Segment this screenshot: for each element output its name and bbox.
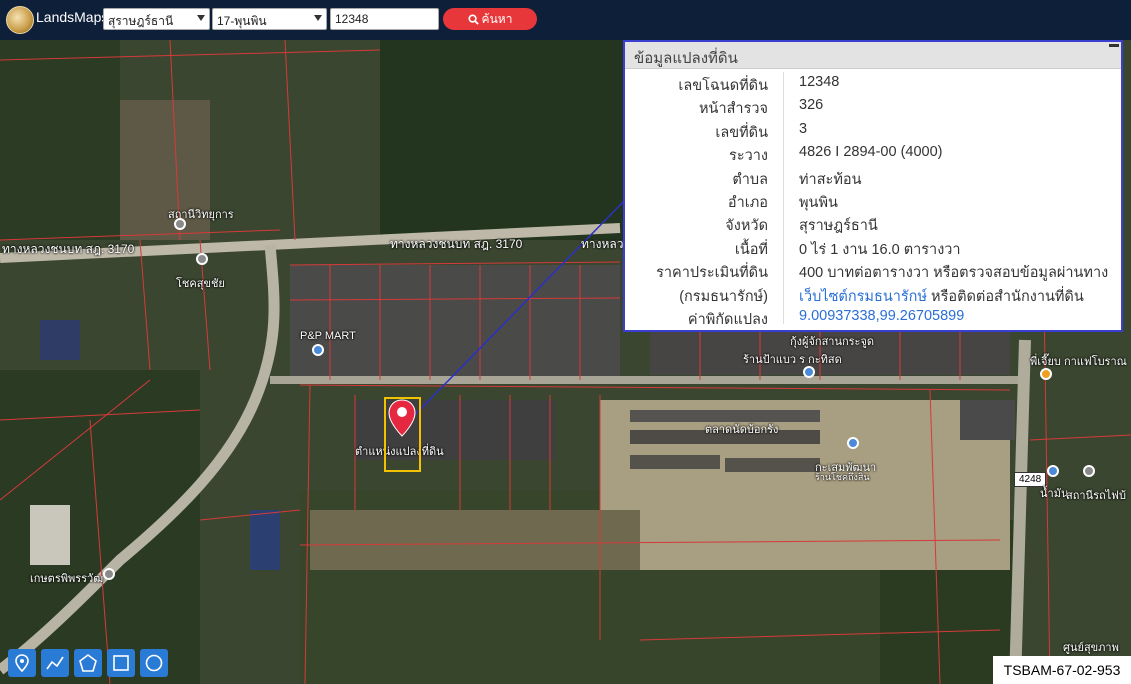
info-value: 0 ไร่ 1 งาน 16.0 ตารางวา bbox=[799, 241, 961, 258]
top-bar: LandsMaps สุราษฎร์ธานี 17-พุนพิน 12348 ค… bbox=[0, 0, 1131, 40]
info-label: จังหวัด bbox=[725, 218, 768, 235]
info-value: เว็บไซต์กรมธนารักษ์ หรือติดต่อสำนักงานที… bbox=[799, 285, 1084, 308]
poi-label[interactable]: น้ำมัน bbox=[1040, 484, 1068, 502]
poi-label[interactable]: เกษตรพิพรรวัฒ bbox=[30, 569, 103, 587]
info-link[interactable]: เว็บไซต์กรมธนารักษ์ bbox=[799, 289, 927, 305]
info-value: 4826 I 2894-00 (4000) bbox=[799, 144, 943, 161]
info-row: จังหวัด สุราษฎร์ธานี bbox=[625, 214, 1121, 237]
poi-pin-icon[interactable] bbox=[103, 568, 115, 580]
road-label: ทางหลว bbox=[581, 237, 624, 251]
polygon-icon bbox=[79, 654, 97, 672]
info-row: ระวาง 4826 I 2894-00 (4000) bbox=[625, 144, 1121, 167]
info-label: ตำบล bbox=[732, 171, 768, 188]
search-icon bbox=[468, 14, 479, 25]
info-row: ราคาประเมินที่ดิน 400 บาทต่อตารางวา หรือต… bbox=[625, 261, 1121, 284]
info-label: เลขที่ดิน bbox=[715, 124, 768, 141]
marker-tool-button[interactable] bbox=[8, 649, 36, 677]
circle-tool-button[interactable] bbox=[140, 649, 168, 677]
road-label: ทางหลวงชนบท สฎ. 3170 bbox=[2, 242, 135, 256]
polygon-tool-button[interactable] bbox=[74, 649, 102, 677]
info-row: เนื้อที่ 0 ไร่ 1 งาน 16.0 ตารางวา bbox=[625, 238, 1121, 261]
info-rows: เลขโฉนดที่ดิน 12348 หน้าสำรวจ 326 เลขที่ดิน 3… bbox=[625, 74, 1121, 331]
district-select[interactable]: 17-พุนพิน bbox=[212, 8, 327, 30]
parcel-number-value: 12348 bbox=[335, 12, 369, 26]
rectangle-icon bbox=[113, 655, 129, 671]
parcel-info-panel: ข้อมูลแปลงที่ดิน เลขโฉนดที่ดิน 12348 หน้าส… bbox=[623, 40, 1123, 332]
poi-pin-icon[interactable] bbox=[847, 437, 859, 449]
province-select-value: สุราษฎร์ธานี bbox=[108, 14, 174, 28]
polyline-icon bbox=[46, 656, 64, 670]
circle-icon bbox=[145, 654, 163, 672]
poi-pin-icon[interactable] bbox=[312, 344, 324, 356]
info-label: ระวาง bbox=[729, 148, 768, 165]
road-label: ทางหลวงชนบท สฎ. 3170 bbox=[390, 237, 523, 251]
polyline-tool-button[interactable] bbox=[41, 649, 69, 677]
minimize-icon[interactable] bbox=[1109, 44, 1119, 47]
info-value: 3 bbox=[799, 120, 808, 137]
poi-label[interactable]: โชคสุขชัย bbox=[176, 274, 225, 292]
info-row: อำเภอ พุนพิน bbox=[625, 191, 1121, 214]
watermark-code: TSBAM-67-02-953 bbox=[993, 656, 1131, 684]
chevron-down-icon bbox=[314, 15, 322, 21]
panel-title: ข้อมูลแปลงที่ดิน bbox=[634, 50, 738, 67]
search-button-label: ค้นหา bbox=[481, 12, 513, 26]
app-name: LandsMaps bbox=[36, 9, 109, 25]
info-row: หน้าสำรวจ 326 bbox=[625, 97, 1121, 120]
poi-label[interactable]: กุ้งผู้จักสานกระจูด bbox=[790, 332, 874, 350]
map-pin-icon bbox=[15, 654, 29, 673]
info-value: 326 bbox=[799, 97, 824, 114]
info-row: ตำบล ท่าสะท้อน bbox=[625, 168, 1121, 191]
parcel-marker-icon[interactable] bbox=[388, 399, 416, 437]
panel-header: ข้อมูลแปลงที่ดิน bbox=[625, 42, 1121, 69]
poi-pin-icon[interactable] bbox=[196, 253, 208, 265]
info-value: สุราษฎร์ธานี bbox=[799, 218, 878, 235]
province-select[interactable]: สุราษฎร์ธานี bbox=[103, 8, 210, 30]
info-row: เลขโฉนดที่ดิน 12348 bbox=[625, 74, 1121, 97]
info-label: หน้าสำรวจ bbox=[698, 101, 768, 118]
poi-label[interactable]: P&P MART bbox=[300, 330, 356, 342]
info-label: เนื้อที่ bbox=[734, 241, 768, 258]
rectangle-tool-button[interactable] bbox=[107, 649, 135, 677]
chevron-down-icon bbox=[197, 15, 205, 21]
poi-label[interactable]: ศูนย์สุขภาพ bbox=[1063, 638, 1119, 656]
info-value: 9.00937338,99.26705899 bbox=[799, 308, 964, 324]
info-value: ท่าสะท้อน bbox=[799, 171, 862, 188]
poi-pin-icon[interactable] bbox=[174, 218, 186, 230]
train-pin-icon[interactable] bbox=[1083, 465, 1095, 477]
info-value: พุนพิน bbox=[799, 194, 838, 211]
landsmaps-logo[interactable] bbox=[6, 6, 34, 34]
info-value: 12348 bbox=[799, 74, 840, 90]
info-label: (กรมธนารักษ์) bbox=[679, 288, 768, 305]
info-link[interactable]: 9.00937338,99.26705899 bbox=[799, 308, 964, 324]
info-row: (กรมธนารักษ์) เว็บไซต์กรมธนารักษ์ หรือติด… bbox=[625, 285, 1121, 308]
info-label: เลขโฉนดที่ดิน bbox=[678, 78, 768, 94]
poi-label[interactable]: สถานีรถไฟบ้ bbox=[1066, 486, 1126, 504]
poi-label[interactable]: ร้านป้าแบว ร กะทิสด bbox=[743, 350, 842, 368]
poi-label[interactable]: ร้านโชคถึงสิน bbox=[815, 470, 870, 484]
info-value: 400 บาทต่อตารางวา หรือตรวจสอบข้อมูลผ่านท… bbox=[799, 265, 1109, 282]
poi-pin-icon[interactable] bbox=[803, 366, 815, 378]
info-row: ค่าพิกัดแปลง 9.00937338,99.26705899 bbox=[625, 308, 1121, 331]
fuel-pin-icon[interactable] bbox=[1047, 465, 1059, 477]
info-value-suffix: หรือติดต่อสำนักงานที่ดิน bbox=[927, 288, 1084, 305]
parcel-number-input[interactable]: 12348 bbox=[330, 8, 439, 30]
district-select-value: 17-พุนพิน bbox=[217, 14, 267, 28]
info-label: ราคาประเมินที่ดิน bbox=[656, 265, 768, 282]
search-button[interactable]: ค้นหา bbox=[443, 8, 537, 30]
poi-label[interactable]: ตลาดนัดบ้อกรัง bbox=[705, 420, 778, 438]
cafe-pin-icon[interactable] bbox=[1040, 368, 1052, 380]
info-label: ค่าพิกัดแปลง bbox=[687, 311, 768, 328]
info-label: อำเภอ bbox=[727, 194, 768, 211]
info-row: เลขที่ดิน 3 bbox=[625, 121, 1121, 144]
